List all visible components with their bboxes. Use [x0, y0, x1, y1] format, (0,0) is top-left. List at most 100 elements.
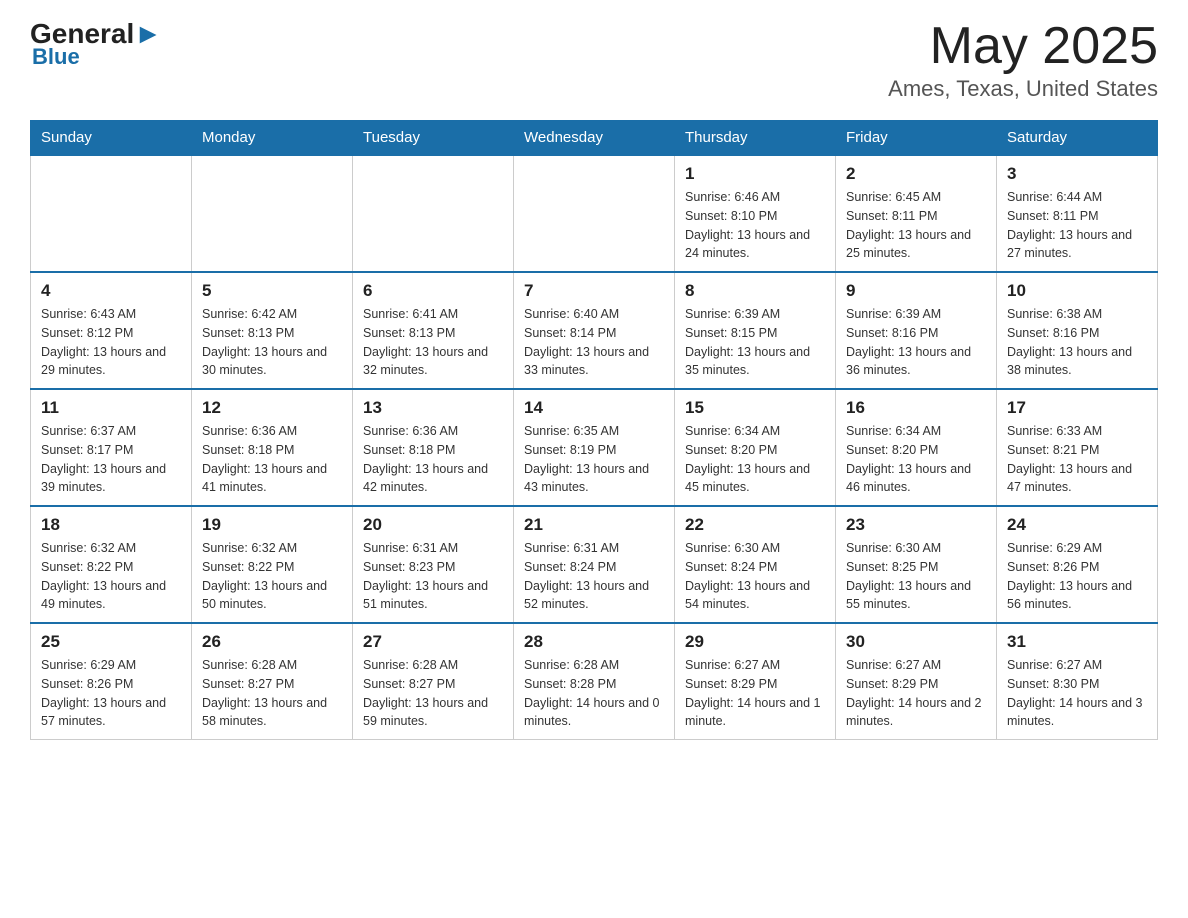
calendar-cell: 28 Sunrise: 6:28 AMSunset: 8:28 PMDayligh… [514, 623, 675, 740]
calendar-cell: 29 Sunrise: 6:27 AMSunset: 8:29 PMDayligh… [675, 623, 836, 740]
calendar-cell: 19 Sunrise: 6:32 AMSunset: 8:22 PMDayligh… [192, 506, 353, 623]
calendar-cell: 21 Sunrise: 6:31 AMSunset: 8:24 PMDayligh… [514, 506, 675, 623]
cell-info-text: Sunrise: 6:32 AMSunset: 8:22 PMDaylight:… [41, 539, 181, 614]
cell-day-number: 11 [41, 398, 181, 418]
cell-day-number: 5 [202, 281, 342, 301]
cell-day-number: 17 [1007, 398, 1147, 418]
cell-day-number: 14 [524, 398, 664, 418]
cell-info-text: Sunrise: 6:39 AMSunset: 8:15 PMDaylight:… [685, 305, 825, 380]
weekday-header-tuesday: Tuesday [353, 121, 514, 156]
calendar-cell: 31 Sunrise: 6:27 AMSunset: 8:30 PMDayligh… [997, 623, 1158, 740]
calendar-cell: 3Sunrise: 6:44 AMSunset: 8:11 PMDaylight… [997, 155, 1158, 272]
title-block: May 2025 Ames, Texas, United States [888, 20, 1158, 102]
calendar-cell: 11 Sunrise: 6:37 AMSunset: 8:17 PMDayligh… [31, 389, 192, 506]
cell-info-text: Sunrise: 6:29 AMSunset: 8:26 PMDaylight:… [41, 656, 181, 731]
cell-day-number: 4 [41, 281, 181, 301]
month-title: May 2025 [888, 20, 1158, 72]
cell-day-number: 9 [846, 281, 986, 301]
calendar-cell [514, 155, 675, 272]
cell-day-number: 29 [685, 632, 825, 652]
cell-info-text: Sunrise: 6:28 AMSunset: 8:28 PMDaylight:… [524, 656, 664, 731]
calendar-cell [192, 155, 353, 272]
cell-day-number: 6 [363, 281, 503, 301]
cell-day-number: 19 [202, 515, 342, 535]
calendar-cell: 2Sunrise: 6:45 AMSunset: 8:11 PMDaylight… [836, 155, 997, 272]
cell-info-text: Sunrise: 6:33 AMSunset: 8:21 PMDaylight:… [1007, 422, 1147, 497]
calendar-cell: 23 Sunrise: 6:30 AMSunset: 8:25 PMDayligh… [836, 506, 997, 623]
cell-info-text: Sunrise: 6:35 AMSunset: 8:19 PMDaylight:… [524, 422, 664, 497]
cell-info-text: Sunrise: 6:27 AMSunset: 8:29 PMDaylight:… [685, 656, 825, 731]
calendar-cell [353, 155, 514, 272]
calendar-table: SundayMondayTuesdayWednesdayThursdayFrid… [30, 120, 1158, 740]
calendar-header-row: SundayMondayTuesdayWednesdayThursdayFrid… [31, 121, 1158, 156]
cell-info-text: Sunrise: 6:40 AMSunset: 8:14 PMDaylight:… [524, 305, 664, 380]
calendar-cell: 13 Sunrise: 6:36 AMSunset: 8:18 PMDayligh… [353, 389, 514, 506]
calendar-cell: 17 Sunrise: 6:33 AMSunset: 8:21 PMDayligh… [997, 389, 1158, 506]
calendar-week-row-5: 25 Sunrise: 6:29 AMSunset: 8:26 PMDayligh… [31, 623, 1158, 740]
calendar-cell: 5 Sunrise: 6:42 AMSunset: 8:13 PMDaylight… [192, 272, 353, 389]
calendar-week-row-4: 18 Sunrise: 6:32 AMSunset: 8:22 PMDayligh… [31, 506, 1158, 623]
calendar-cell: 4 Sunrise: 6:43 AMSunset: 8:12 PMDaylight… [31, 272, 192, 389]
cell-info-text: Sunrise: 6:42 AMSunset: 8:13 PMDaylight:… [202, 305, 342, 380]
cell-day-number: 28 [524, 632, 664, 652]
cell-info-text: Sunrise: 6:32 AMSunset: 8:22 PMDaylight:… [202, 539, 342, 614]
cell-day-number: 30 [846, 632, 986, 652]
calendar-cell: 22 Sunrise: 6:30 AMSunset: 8:24 PMDayligh… [675, 506, 836, 623]
cell-info-text: Sunrise: 6:34 AMSunset: 8:20 PMDaylight:… [685, 422, 825, 497]
cell-day-number: 13 [363, 398, 503, 418]
cell-info-text: Sunrise: 6:28 AMSunset: 8:27 PMDaylight:… [202, 656, 342, 731]
calendar-week-row-2: 4 Sunrise: 6:43 AMSunset: 8:12 PMDaylight… [31, 272, 1158, 389]
weekday-header-monday: Monday [192, 121, 353, 156]
calendar-cell: 18 Sunrise: 6:32 AMSunset: 8:22 PMDayligh… [31, 506, 192, 623]
cell-info-text: Sunrise: 6:43 AMSunset: 8:12 PMDaylight:… [41, 305, 181, 380]
cell-day-number: 21 [524, 515, 664, 535]
cell-info-text: Sunrise: 6:30 AMSunset: 8:24 PMDaylight:… [685, 539, 825, 614]
cell-day-number: 23 [846, 515, 986, 535]
calendar-cell: 27 Sunrise: 6:28 AMSunset: 8:27 PMDayligh… [353, 623, 514, 740]
cell-day-number: 1 [685, 164, 825, 184]
calendar-cell: 24 Sunrise: 6:29 AMSunset: 8:26 PMDayligh… [997, 506, 1158, 623]
cell-info-text: Sunrise: 6:41 AMSunset: 8:13 PMDaylight:… [363, 305, 503, 380]
calendar-cell: 14 Sunrise: 6:35 AMSunset: 8:19 PMDayligh… [514, 389, 675, 506]
cell-info-text: Sunrise: 6:29 AMSunset: 8:26 PMDaylight:… [1007, 539, 1147, 614]
calendar-cell: 15Sunrise: 6:34 AMSunset: 8:20 PMDayligh… [675, 389, 836, 506]
cell-info-text: Sunrise: 6:27 AMSunset: 8:30 PMDaylight:… [1007, 656, 1147, 731]
cell-day-number: 8 [685, 281, 825, 301]
calendar-cell: 20 Sunrise: 6:31 AMSunset: 8:23 PMDayligh… [353, 506, 514, 623]
cell-info-text: Sunrise: 6:36 AMSunset: 8:18 PMDaylight:… [363, 422, 503, 497]
cell-day-number: 18 [41, 515, 181, 535]
location-title: Ames, Texas, United States [888, 76, 1158, 102]
cell-day-number: 31 [1007, 632, 1147, 652]
cell-day-number: 24 [1007, 515, 1147, 535]
cell-info-text: Sunrise: 6:38 AMSunset: 8:16 PMDaylight:… [1007, 305, 1147, 380]
weekday-header-wednesday: Wednesday [514, 121, 675, 156]
cell-info-text: Sunrise: 6:46 AMSunset: 8:10 PMDaylight:… [685, 188, 825, 263]
cell-day-number: 26 [202, 632, 342, 652]
weekday-header-sunday: Sunday [31, 121, 192, 156]
cell-info-text: Sunrise: 6:31 AMSunset: 8:23 PMDaylight:… [363, 539, 503, 614]
cell-day-number: 25 [41, 632, 181, 652]
cell-info-text: Sunrise: 6:31 AMSunset: 8:24 PMDaylight:… [524, 539, 664, 614]
calendar-week-row-3: 11 Sunrise: 6:37 AMSunset: 8:17 PMDayligh… [31, 389, 1158, 506]
logo-blue-label: Blue [32, 44, 80, 70]
cell-day-number: 7 [524, 281, 664, 301]
cell-day-number: 20 [363, 515, 503, 535]
cell-day-number: 22 [685, 515, 825, 535]
calendar-cell: 6 Sunrise: 6:41 AMSunset: 8:13 PMDaylight… [353, 272, 514, 389]
cell-info-text: Sunrise: 6:28 AMSunset: 8:27 PMDaylight:… [363, 656, 503, 731]
cell-day-number: 12 [202, 398, 342, 418]
cell-day-number: 27 [363, 632, 503, 652]
cell-info-text: Sunrise: 6:37 AMSunset: 8:17 PMDaylight:… [41, 422, 181, 497]
cell-info-text: Sunrise: 6:30 AMSunset: 8:25 PMDaylight:… [846, 539, 986, 614]
cell-info-text: Sunrise: 6:36 AMSunset: 8:18 PMDaylight:… [202, 422, 342, 497]
calendar-cell: 26 Sunrise: 6:28 AMSunset: 8:27 PMDayligh… [192, 623, 353, 740]
cell-info-text: Sunrise: 6:39 AMSunset: 8:16 PMDaylight:… [846, 305, 986, 380]
cell-info-text: Sunrise: 6:44 AMSunset: 8:11 PMDaylight:… [1007, 188, 1147, 263]
weekday-header-saturday: Saturday [997, 121, 1158, 156]
calendar-week-row-1: 1 Sunrise: 6:46 AMSunset: 8:10 PMDaylight… [31, 155, 1158, 272]
weekday-header-thursday: Thursday [675, 121, 836, 156]
cell-info-text: Sunrise: 6:34 AMSunset: 8:20 PMDaylight:… [846, 422, 986, 497]
logo: General ► Blue [30, 20, 162, 70]
calendar-cell [31, 155, 192, 272]
calendar-cell: 10Sunrise: 6:38 AMSunset: 8:16 PMDayligh… [997, 272, 1158, 389]
